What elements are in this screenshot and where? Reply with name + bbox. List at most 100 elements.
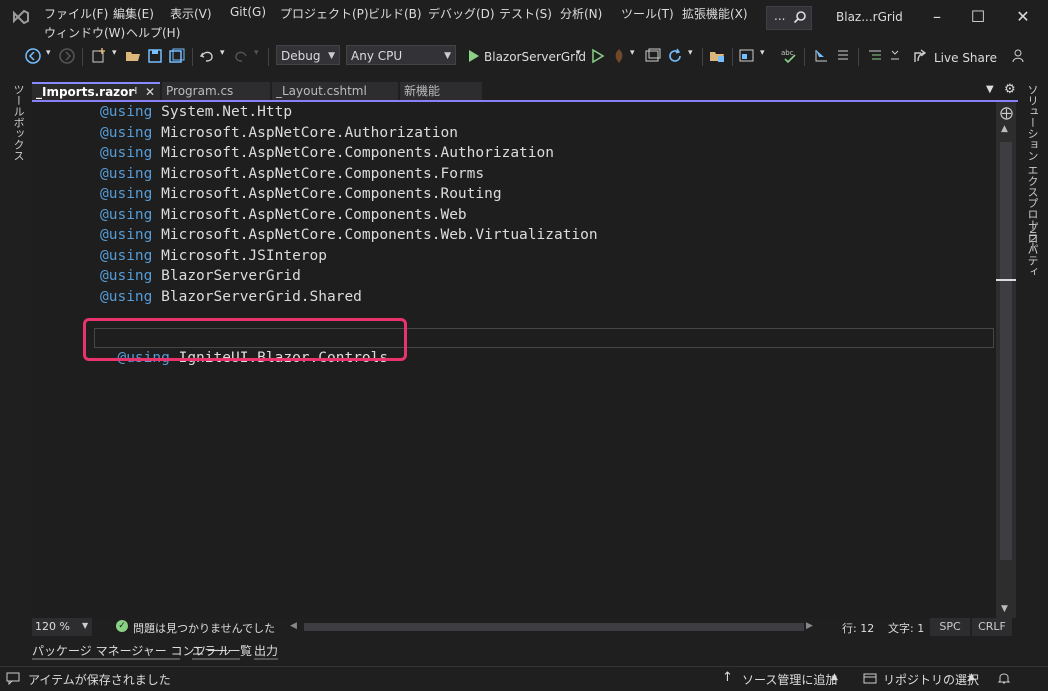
- pin-icon[interactable]: ⊣: [128, 84, 137, 100]
- issues-status[interactable]: 問題は見つかりませんでした: [133, 620, 275, 636]
- solution-explorer-icon[interactable]: [708, 47, 726, 65]
- live-share-button[interactable]: Live Share: [934, 51, 997, 65]
- tab-error-list[interactable]: エラー一覧: [192, 642, 252, 659]
- step-into-icon[interactable]: [812, 47, 830, 65]
- horizontal-scrollbar[interactable]: [304, 623, 804, 631]
- solution-platform-select[interactable]: Any CPU ▼: [346, 45, 456, 65]
- navigate-forward-icon[interactable]: [58, 47, 76, 65]
- menu-item[interactable]: テスト(S): [499, 5, 552, 22]
- navigate-back-icon[interactable]: [24, 47, 42, 65]
- menu-item[interactable]: プロジェクト(P): [280, 5, 369, 22]
- namespace: Microsoft.AspNetCore.Components.Web: [161, 206, 467, 223]
- save-icon[interactable]: [146, 47, 164, 65]
- chevron-down-icon[interactable]: ▾: [220, 48, 225, 58]
- zoom-select[interactable]: 120 % ▼: [32, 618, 92, 636]
- notification-bell-icon[interactable]: [997, 670, 1011, 686]
- maximize-button[interactable]: ☐: [963, 6, 993, 28]
- menu-item[interactable]: ツール(T): [621, 5, 674, 22]
- add-to-source-control-button[interactable]: ソース管理に追加: [742, 671, 837, 688]
- run-target-button[interactable]: BlazorServerGrid: [484, 50, 586, 64]
- line-ending-indicator[interactable]: CRLF: [972, 618, 1012, 636]
- scroll-down-icon[interactable]: ▼: [1001, 604, 1008, 614]
- tab-whats-new[interactable]: 新機能: [400, 82, 482, 100]
- minimize-button[interactable]: –: [922, 6, 952, 28]
- open-folder-icon[interactable]: [124, 47, 142, 65]
- namespace: Microsoft.JSInterop: [161, 247, 327, 264]
- tab-label: _Layout.cshtml: [276, 84, 367, 98]
- comment-lines-icon[interactable]: [866, 47, 884, 65]
- live-share-icon[interactable]: [912, 47, 930, 65]
- arrow-up-icon[interactable]: ↑: [722, 670, 733, 685]
- tab-output[interactable]: 出力: [254, 642, 278, 659]
- spell-check-icon[interactable]: abc: [780, 47, 798, 65]
- chevron-down-icon[interactable]: ▾: [576, 48, 581, 58]
- search-button[interactable]: ...: [766, 6, 812, 30]
- undo-icon[interactable]: [198, 47, 216, 65]
- feedback-icon[interactable]: [1010, 47, 1028, 65]
- breakpoint-list-icon[interactable]: [834, 47, 852, 65]
- vertical-scrollbar[interactable]: ⨁ ▲ ▼: [996, 102, 1016, 618]
- toolbox-tab[interactable]: ツールボックス: [10, 84, 26, 161]
- status-bar: アイテムが保存されました ↑ ソース管理に追加 ▲ リポジトリの選択 ▲: [0, 666, 1048, 691]
- window-title: Blaz...rGrid: [836, 10, 903, 24]
- using-keyword: @using: [100, 206, 153, 223]
- chevron-up-icon[interactable]: ▲: [968, 672, 975, 682]
- menu-item[interactable]: 分析(N): [560, 5, 602, 22]
- using-keyword: @using: [100, 247, 153, 264]
- start-without-debugging-icon[interactable]: [588, 47, 606, 65]
- gear-icon[interactable]: ⚙: [1004, 82, 1016, 97]
- namespace: Microsoft.AspNetCore.Authorization: [161, 124, 458, 141]
- chevron-down-icon[interactable]: ▾: [688, 48, 693, 58]
- chevron-up-icon[interactable]: ▲: [831, 672, 838, 682]
- refresh-icon[interactable]: [666, 47, 684, 65]
- menu-item[interactable]: ウィンドウ(W): [44, 24, 125, 41]
- select-repository-button[interactable]: リポジトリの選択: [883, 671, 979, 688]
- scroll-up-icon[interactable]: ▲: [1001, 124, 1008, 134]
- tab-layout-cshtml[interactable]: _Layout.cshtml: [272, 82, 398, 100]
- toolbar-overflow-icon[interactable]: [886, 47, 904, 65]
- menu-item[interactable]: ヘルプ(H): [126, 24, 180, 41]
- scroll-left-icon[interactable]: ◀: [290, 621, 297, 631]
- menu-item[interactable]: Git(G): [230, 5, 266, 19]
- line-number[interactable]: 行: 12: [842, 620, 874, 636]
- code-line: @using Microsoft.AspNetCore.Components.W…: [100, 205, 467, 225]
- menu-item[interactable]: デバッグ(D): [428, 5, 495, 22]
- split-editor-icon[interactable]: ⨁: [1000, 106, 1013, 121]
- hot-reload-icon[interactable]: [610, 47, 628, 65]
- chevron-down-icon: ▼: [328, 51, 335, 61]
- close-icon[interactable]: ✕: [145, 84, 155, 100]
- menu-item[interactable]: 表示(V): [170, 5, 212, 22]
- start-debugging-icon[interactable]: [464, 47, 482, 65]
- using-keyword: @using: [100, 165, 153, 182]
- chevron-down-icon[interactable]: ▾: [254, 48, 259, 58]
- tab-list-chevron-icon[interactable]: ▼: [986, 84, 994, 95]
- properties-tab[interactable]: プロパティ: [1024, 222, 1040, 277]
- chevron-down-icon[interactable]: ▾: [46, 48, 51, 58]
- solution-configuration-value: Debug: [281, 49, 321, 63]
- save-all-icon[interactable]: [168, 47, 186, 65]
- menu-item[interactable]: ファイル(F): [44, 5, 108, 22]
- column-number[interactable]: 文字: 1: [888, 620, 924, 636]
- close-window-button[interactable]: ✕: [1008, 6, 1038, 28]
- solution-configuration-select[interactable]: Debug ▼: [276, 45, 340, 65]
- tab-imports-razor[interactable]: _Imports.razor ⊣ ✕: [32, 82, 160, 100]
- tab-underline: [32, 658, 180, 660]
- new-project-icon[interactable]: [90, 47, 108, 65]
- scrollbar-thumb[interactable]: [1000, 142, 1012, 560]
- browser-link-icon[interactable]: [644, 47, 662, 65]
- tab-label: Program.cs: [166, 84, 234, 98]
- search-label: ...: [774, 9, 786, 23]
- tab-program-cs[interactable]: Program.cs: [162, 82, 270, 100]
- chevron-down-icon[interactable]: ▾: [760, 48, 765, 58]
- menu-item[interactable]: 拡張機能(X): [682, 5, 748, 22]
- using-keyword: @using: [100, 186, 153, 203]
- chevron-down-icon[interactable]: ▾: [630, 48, 635, 58]
- menu-item[interactable]: 編集(E): [113, 5, 154, 22]
- repository-icon[interactable]: [863, 672, 877, 684]
- chevron-down-icon[interactable]: ▾: [112, 48, 117, 58]
- menu-item[interactable]: ビルド(B): [368, 5, 422, 22]
- redo-icon[interactable]: [232, 47, 250, 65]
- whitespace-indicator[interactable]: SPC: [930, 618, 970, 636]
- scroll-right-icon[interactable]: ▶: [806, 621, 813, 631]
- window-layout-icon[interactable]: [738, 47, 756, 65]
